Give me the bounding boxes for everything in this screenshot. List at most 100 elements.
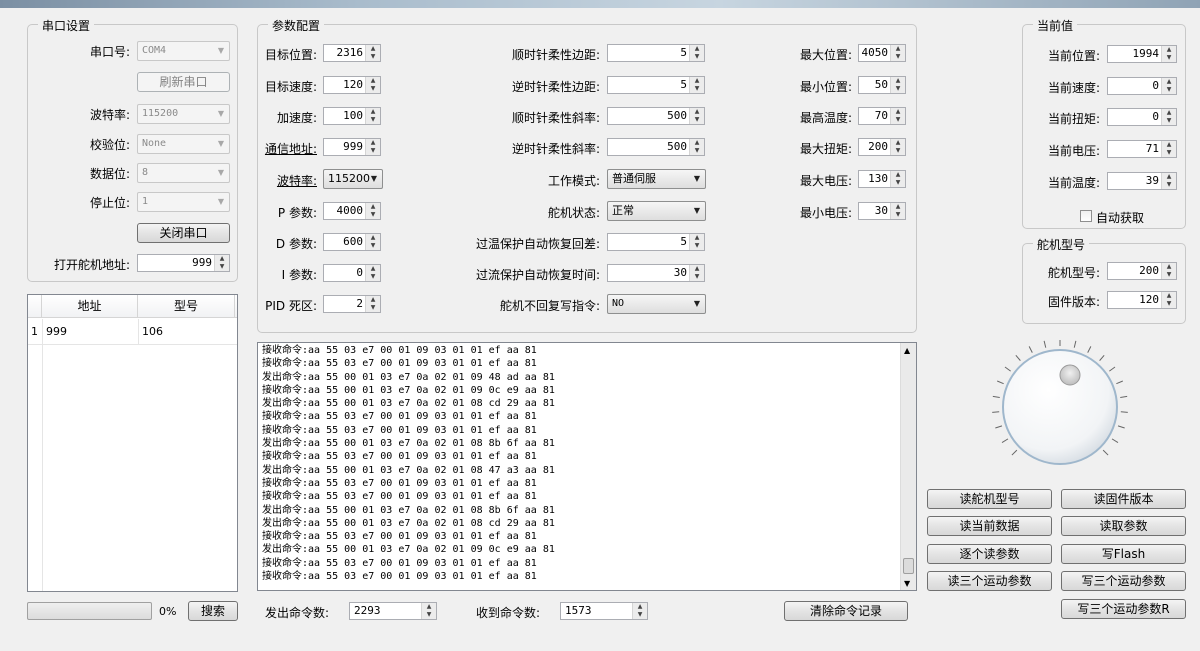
read-model-button[interactable]: 读舵机型号: [927, 489, 1052, 509]
auto-fetch-label[interactable]: 自动获取: [1096, 209, 1144, 226]
read-params-button[interactable]: 读取参数: [1061, 516, 1186, 536]
ot-recover-spinbox[interactable]: 5 ▲ ▼: [607, 233, 705, 251]
position-dial[interactable]: [985, 340, 1135, 475]
read-motion-params-button[interactable]: 读三个运动参数: [927, 571, 1052, 591]
spin-buttons[interactable]: ▲ ▼: [890, 203, 905, 219]
scroll-up-icon[interactable]: ▲: [904, 346, 910, 355]
spin-buttons[interactable]: ▲ ▼: [689, 77, 704, 93]
no-reply-select[interactable]: NO ▼: [607, 294, 706, 314]
comm-addr-spinbox[interactable]: 999 ▲ ▼: [323, 138, 381, 156]
refresh-port-button[interactable]: 刷新串口: [137, 72, 230, 92]
spin-buttons[interactable]: ▲ ▼: [1161, 173, 1176, 189]
cur-pos-spinbox[interactable]: 1994 ▲ ▼: [1107, 45, 1177, 63]
spin-buttons[interactable]: ▲ ▼: [689, 139, 704, 155]
cur-volt-spinbox[interactable]: 71 ▲ ▼: [1107, 140, 1177, 158]
cur-temp-spinbox[interactable]: 39 ▲ ▼: [1107, 172, 1177, 190]
target-pos-spinbox[interactable]: 2316 ▲ ▼: [323, 44, 381, 62]
sent-count-spinbox[interactable]: 2293 ▲ ▼: [349, 602, 437, 620]
scroll-down-icon[interactable]: ▼: [904, 579, 910, 588]
ccw-slope-spinbox[interactable]: 500 ▲ ▼: [607, 138, 705, 156]
read-current-data-button[interactable]: 读当前数据: [927, 516, 1052, 536]
close-port-button[interactable]: 关闭串口: [137, 223, 230, 243]
spin-buttons[interactable]: ▲ ▼: [890, 108, 905, 124]
spin-buttons[interactable]: ▲ ▼: [365, 265, 380, 281]
read-each-param-button[interactable]: 逐个读参数: [927, 544, 1052, 564]
cell-address[interactable]: 999: [46, 319, 67, 345]
cur-torque-spinbox[interactable]: 0 ▲ ▼: [1107, 108, 1177, 126]
spin-buttons[interactable]: ▲ ▼: [365, 296, 380, 312]
recv-count-spinbox[interactable]: 1573 ▲ ▼: [560, 602, 648, 620]
spin-buttons[interactable]: ▲ ▼: [1161, 263, 1176, 279]
spin-buttons[interactable]: ▲ ▼: [421, 603, 436, 619]
spin-buttons[interactable]: ▲ ▼: [632, 603, 647, 619]
dial-knob[interactable]: [1002, 349, 1118, 465]
databits-select[interactable]: 8 ▼: [137, 163, 230, 183]
spin-buttons[interactable]: ▲ ▼: [890, 45, 905, 61]
spin-buttons[interactable]: ▲ ▼: [890, 171, 905, 187]
write-motion-params-r-button[interactable]: 写三个运动参数R: [1061, 599, 1186, 619]
parity-select[interactable]: None ▼: [137, 134, 230, 154]
min-pos-spinbox[interactable]: 50 ▲ ▼: [858, 76, 906, 94]
d-spinbox[interactable]: 600 ▲ ▼: [323, 233, 381, 251]
open-addr-spinbox[interactable]: 999 ▲ ▼: [137, 254, 230, 272]
max-volt-spinbox[interactable]: 130 ▲ ▼: [858, 170, 906, 188]
spin-buttons[interactable]: ▲ ▼: [1161, 78, 1176, 94]
mode-select[interactable]: 普通伺服 ▼: [607, 169, 706, 189]
clear-log-button[interactable]: 清除命令记录: [784, 601, 908, 621]
i-spinbox[interactable]: 0 ▲ ▼: [323, 264, 381, 282]
p-spinbox[interactable]: 4000 ▲ ▼: [323, 202, 381, 220]
cw-margin-spinbox[interactable]: 5 ▲ ▼: [607, 44, 705, 62]
command-log[interactable]: 接收命令:aa 55 03 e7 00 01 09 03 01 01 ef aa…: [257, 342, 917, 591]
servo-table[interactable]: 地址 型号 1 999 106: [27, 294, 238, 592]
max-temp-spinbox[interactable]: 70 ▲ ▼: [858, 107, 906, 125]
spin-buttons[interactable]: ▲ ▼: [1161, 141, 1176, 157]
spin-buttons[interactable]: ▲ ▼: [365, 139, 380, 155]
model-spinbox[interactable]: 200 ▲ ▼: [1107, 262, 1177, 280]
dial-handle[interactable]: [1059, 364, 1081, 386]
read-firmware-button[interactable]: 读固件版本: [1061, 489, 1186, 509]
fw-spinbox[interactable]: 120 ▲ ▼: [1107, 291, 1177, 309]
spin-buttons[interactable]: ▲ ▼: [365, 77, 380, 93]
spin-buttons[interactable]: ▲ ▼: [1161, 46, 1176, 62]
spin-buttons[interactable]: ▲ ▼: [365, 234, 380, 250]
column-header-address[interactable]: 地址: [42, 295, 138, 317]
spin-buttons[interactable]: ▲ ▼: [689, 234, 704, 250]
spin-buttons[interactable]: ▲ ▼: [365, 45, 380, 61]
state-select[interactable]: 正常 ▼: [607, 201, 706, 221]
cw-slope-spinbox[interactable]: 500 ▲ ▼: [607, 107, 705, 125]
log-scrollbar[interactable]: ▲ ▼: [900, 343, 916, 590]
write-flash-button[interactable]: 写Flash: [1061, 544, 1186, 564]
scroll-thumb[interactable]: [903, 558, 914, 574]
spin-buttons[interactable]: ▲ ▼: [214, 255, 229, 271]
cell-model[interactable]: 106: [142, 319, 163, 345]
param-baud-label[interactable]: 波特率:: [240, 172, 317, 189]
spin-buttons[interactable]: ▲ ▼: [689, 265, 704, 281]
ccw-margin-spinbox[interactable]: 5 ▲ ▼: [607, 76, 705, 94]
search-button[interactable]: 搜索: [188, 601, 238, 621]
column-header-model[interactable]: 型号: [138, 295, 235, 317]
spin-buttons[interactable]: ▲ ▼: [1161, 109, 1176, 125]
max-pos-spinbox[interactable]: 4050 ▲ ▼: [858, 44, 906, 62]
pid-dead-spinbox[interactable]: 2 ▲ ▼: [323, 295, 381, 313]
max-torque-spinbox[interactable]: 200 ▲ ▼: [858, 138, 906, 156]
baud-select[interactable]: 115200 ▼: [137, 104, 230, 124]
spin-buttons[interactable]: ▲ ▼: [365, 203, 380, 219]
spin-buttons[interactable]: ▲ ▼: [1161, 292, 1176, 308]
table-row[interactable]: 1 999 106: [28, 319, 237, 345]
spin-buttons[interactable]: ▲ ▼: [365, 108, 380, 124]
spin-buttons[interactable]: ▲ ▼: [890, 139, 905, 155]
min-volt-spinbox[interactable]: 30 ▲ ▼: [858, 202, 906, 220]
port-select[interactable]: COM4 ▼: [137, 41, 230, 61]
spin-buttons[interactable]: ▲ ▼: [689, 45, 704, 61]
auto-fetch-checkbox[interactable]: [1080, 210, 1092, 222]
stopbits-select[interactable]: 1 ▼: [137, 192, 230, 212]
oc-recover-spinbox[interactable]: 30 ▲ ▼: [607, 264, 705, 282]
cur-speed-spinbox[interactable]: 0 ▲ ▼: [1107, 77, 1177, 95]
target-speed-spinbox[interactable]: 120 ▲ ▼: [323, 76, 381, 94]
param-baud-select[interactable]: 115200 ▼: [323, 169, 383, 189]
spin-buttons[interactable]: ▲ ▼: [890, 77, 905, 93]
accel-spinbox[interactable]: 100 ▲ ▼: [323, 107, 381, 125]
comm-addr-label[interactable]: 通信地址:: [240, 140, 317, 157]
spin-buttons[interactable]: ▲ ▼: [689, 108, 704, 124]
write-motion-params-button[interactable]: 写三个运动参数: [1061, 571, 1186, 591]
